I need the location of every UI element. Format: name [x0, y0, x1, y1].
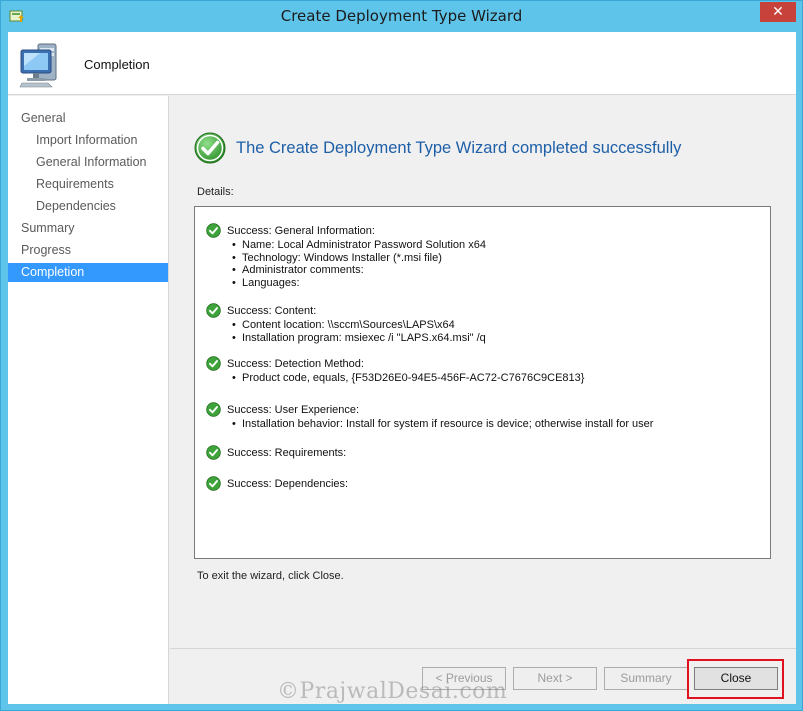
result-detail: Technology: Windows Installer (*.msi fil… [232, 252, 486, 265]
result-heading: Success: Content: [227, 305, 317, 317]
success-check-icon [206, 223, 221, 238]
success-check-icon [206, 356, 221, 371]
window-title: Create Deployment Type Wizard [280, 7, 523, 25]
result-bullets: Product code, equals, {F53D26E0-94E5-456… [205, 372, 584, 385]
wizard-window: Create Deployment Type Wizard ✕ Completi… [0, 0, 803, 711]
result-heading: Success: Requirements: [227, 447, 347, 459]
nav-item-import-information[interactable]: Import Information [8, 131, 168, 150]
success-check-icon [206, 476, 221, 491]
details-label: Details: [197, 186, 234, 198]
nav-item-completion[interactable]: Completion [8, 263, 168, 282]
watermark: ©PrajwalDesai.com [277, 679, 508, 704]
result-bullets: Name: Local Administrator Password Solut… [205, 239, 486, 289]
success-check-icon [206, 402, 221, 417]
success-check-icon [206, 303, 221, 318]
result-detail: Installation program: msiexec /i "LAPS.x… [232, 332, 486, 345]
result-group: Success: Detection Method: Product code,… [205, 356, 584, 385]
nav-item-progress[interactable]: Progress [8, 241, 168, 260]
result-group: Success: Content: Content location: \\sc… [205, 303, 486, 344]
completion-panel: The Create Deployment Type Wizard comple… [170, 96, 796, 648]
page-title: Completion [84, 57, 150, 72]
nav-item-general-information[interactable]: General Information [8, 153, 168, 172]
computer-monitor-icon [19, 43, 57, 88]
result-bullets: Content location: \\sccm\Sources\LAPS\x6… [205, 319, 486, 344]
nav-item-summary[interactable]: Summary [8, 219, 168, 238]
result-detail: Installation behavior: Install for syste… [232, 418, 653, 431]
result-detail: Content location: \\sccm\Sources\LAPS\x6… [232, 319, 486, 332]
nav-item-general[interactable]: General [8, 109, 168, 128]
next-button[interactable]: Next > [513, 667, 597, 690]
result-detail: Name: Local Administrator Password Solut… [232, 239, 486, 252]
result-group: Success: User Experience: Installation b… [205, 402, 653, 431]
success-check-icon [194, 132, 226, 164]
nav-item-requirements[interactable]: Requirements [8, 175, 168, 194]
result-heading: Success: Dependencies: [227, 478, 349, 490]
wizard-client-area: Completion General Import Information Ge… [8, 32, 796, 704]
completion-headline: The Create Deployment Type Wizard comple… [236, 139, 682, 157]
wizard-step-nav: General Import Information General Infor… [8, 96, 169, 704]
result-detail: Product code, equals, {F53D26E0-94E5-456… [232, 372, 584, 385]
result-group: Success: Requirements: [205, 445, 346, 461]
success-check-icon [206, 445, 221, 460]
close-button[interactable]: Close [694, 667, 778, 690]
window-close-button[interactable]: ✕ [760, 2, 796, 22]
result-heading: Success: User Experience: [227, 404, 360, 416]
nav-item-dependencies[interactable]: Dependencies [8, 197, 168, 216]
result-group: Success: Dependencies: [205, 476, 348, 492]
wizard-header: Completion [8, 32, 796, 95]
exit-instruction: To exit the wizard, click Close. [197, 570, 344, 582]
title-bar[interactable]: Create Deployment Type Wizard ✕ [1, 1, 802, 31]
details-box[interactable]: Success: General Information: Name: Loca… [194, 206, 771, 559]
result-bullets: Installation behavior: Install for syste… [205, 418, 653, 431]
result-group: Success: General Information: Name: Loca… [205, 223, 486, 289]
result-detail: Administrator comments: [232, 264, 486, 277]
summary-button[interactable]: Summary [604, 667, 688, 690]
result-heading: Success: General Information: [227, 225, 375, 237]
result-heading: Success: Detection Method: [227, 358, 364, 370]
result-detail: Languages: [232, 277, 486, 290]
